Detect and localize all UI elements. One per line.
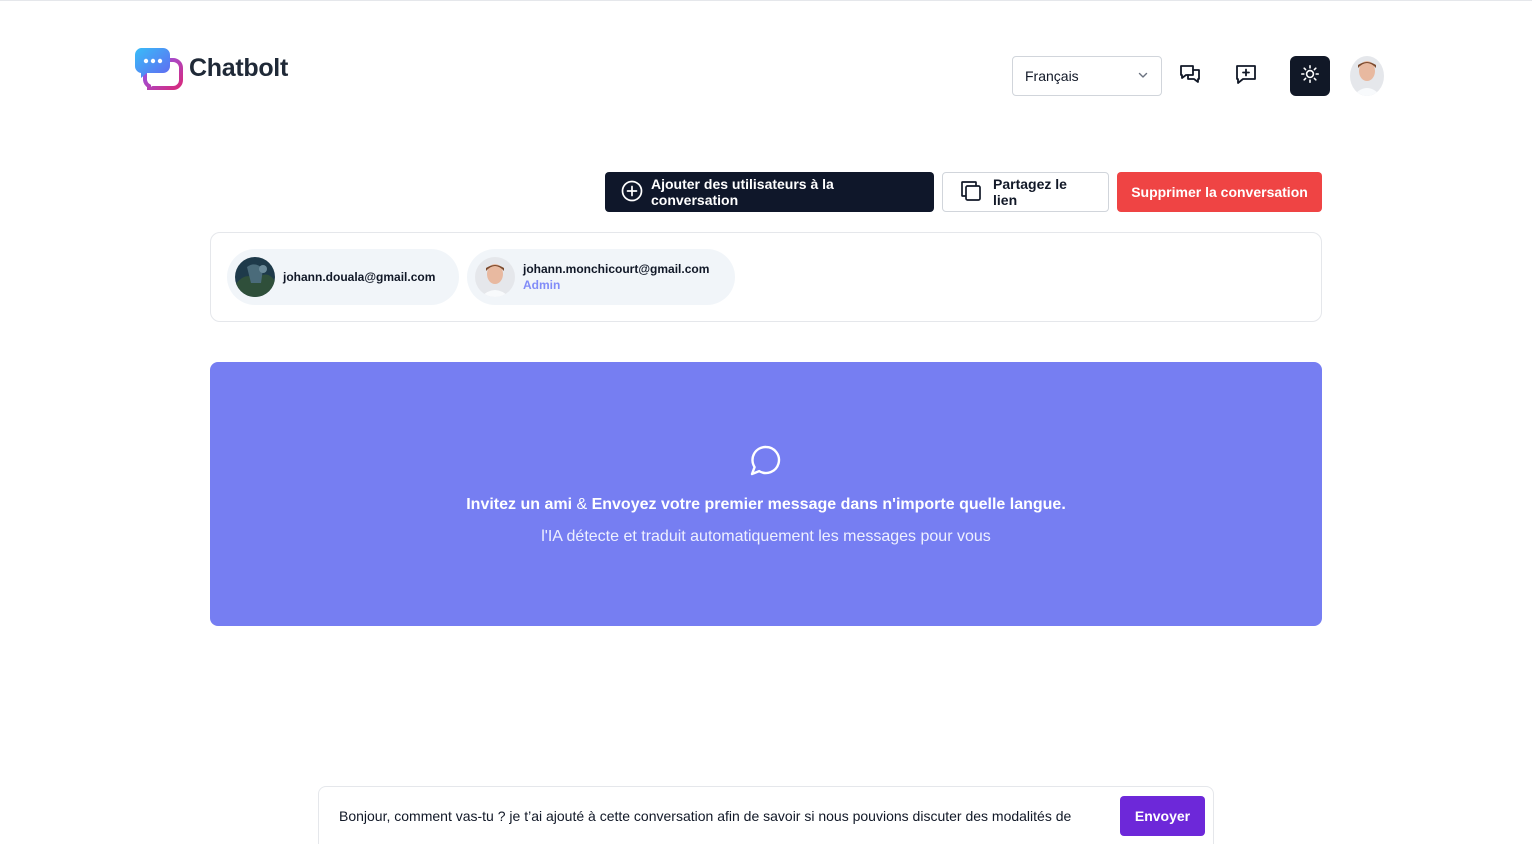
language-select-value: Français bbox=[1025, 68, 1079, 84]
message-circle-icon bbox=[748, 443, 784, 484]
participants-panel: johann.douala@gmail.com johann.monchicou… bbox=[210, 232, 1322, 322]
empty-state-subtitle: l'IA détecte et traduit automatiquement … bbox=[541, 527, 991, 545]
participant-info: johann.douala@gmail.com bbox=[283, 269, 435, 285]
participant-role-badge: Admin bbox=[523, 278, 561, 292]
copy-icon bbox=[959, 179, 983, 206]
empty-state-title-invite: Invitez un ami bbox=[466, 495, 573, 513]
logo-icon bbox=[133, 46, 183, 94]
delete-conversation-label: Supprimer la conversation bbox=[1131, 184, 1308, 200]
language-select[interactable]: Français bbox=[1012, 56, 1162, 96]
participant-email: johann.douala@gmail.com bbox=[283, 270, 436, 284]
logo-text: Chatbolt bbox=[189, 53, 288, 82]
participant-email: johann.monchicourt@gmail.com bbox=[523, 262, 710, 276]
message-input[interactable] bbox=[339, 808, 1102, 824]
logo[interactable]: Chatbolt bbox=[133, 46, 288, 94]
participant-avatar bbox=[235, 257, 275, 297]
participant-avatar bbox=[475, 257, 515, 297]
empty-conversation-panel: Invitez un ami & Envoyez votre premier m… bbox=[210, 362, 1322, 626]
add-users-button[interactable]: Ajouter des utilisateurs à la conversati… bbox=[605, 172, 934, 212]
message-composer: Envoyer bbox=[318, 786, 1214, 844]
participant-chip[interactable]: johann.douala@gmail.com bbox=[227, 249, 459, 305]
share-link-label: Partagez le lien bbox=[993, 176, 1067, 208]
send-button[interactable]: Envoyer bbox=[1120, 796, 1205, 836]
chats-icon bbox=[1178, 62, 1202, 91]
chats-button[interactable] bbox=[1170, 56, 1210, 96]
delete-conversation-button[interactable]: Supprimer la conversation bbox=[1117, 172, 1322, 212]
message-plus-icon bbox=[1234, 62, 1258, 91]
empty-state-title: Invitez un ami & Envoyez votre premier m… bbox=[466, 496, 1066, 514]
sun-icon bbox=[1300, 64, 1320, 89]
participant-info: johann.monchicourt@gmail.com Admin bbox=[523, 261, 709, 293]
share-link-button[interactable]: Partagez le lien bbox=[942, 172, 1109, 212]
empty-state-title-amp: & bbox=[572, 495, 592, 513]
plus-circle-icon bbox=[621, 180, 643, 205]
participant-chip[interactable]: johann.monchicourt@gmail.com Admin bbox=[467, 249, 735, 305]
app-page: Chatbolt Français Ajouter des utilisateu… bbox=[0, 0, 1532, 844]
theme-toggle-button[interactable] bbox=[1290, 56, 1330, 96]
empty-state-title-send: Envoyez votre premier message dans n'imp… bbox=[591, 495, 1066, 513]
new-chat-button[interactable] bbox=[1226, 56, 1266, 96]
user-avatar[interactable] bbox=[1350, 56, 1384, 96]
chevron-down-icon bbox=[1137, 68, 1149, 84]
add-users-label: Ajouter des utilisateurs à la conversati… bbox=[651, 176, 834, 208]
